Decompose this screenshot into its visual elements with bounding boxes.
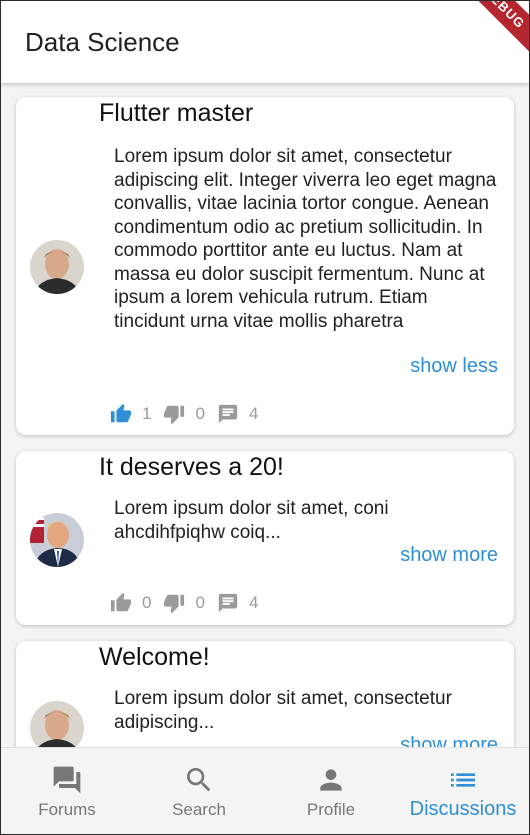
- dislike-count: 0: [195, 593, 205, 612]
- post-title: Welcome!: [99, 643, 210, 671]
- tab-discussions[interactable]: Discussions: [397, 748, 529, 834]
- list-icon: [447, 764, 479, 796]
- discussion-list[interactable]: Flutter master Lorem ipsum dolor sit ame…: [1, 83, 529, 748]
- debug-banner: DEBUG: [455, 1, 529, 57]
- thumb-down-icon[interactable]: [163, 592, 185, 614]
- post-title: It deserves a 20!: [99, 453, 284, 481]
- tab-label: Forums: [38, 800, 96, 819]
- show-more-link[interactable]: show more: [400, 544, 498, 567]
- tab-profile[interactable]: Profile: [265, 748, 397, 834]
- tab-label: Profile: [306, 800, 356, 819]
- dislike-count: 0: [195, 404, 205, 423]
- avatar: [30, 701, 84, 748]
- thumb-up-icon[interactable]: [110, 403, 132, 425]
- like-count: 1: [142, 404, 152, 423]
- avatar: [30, 513, 84, 567]
- post-title: Flutter master: [99, 99, 254, 127]
- post-body: Lorem ipsum dolor sit amet, consectetur …: [114, 688, 452, 733]
- app-bar: Data Science DEBUG: [1, 1, 529, 83]
- comment-icon[interactable]: [217, 592, 239, 614]
- app-frame: Data Science DEBUG Flutter master Lorem …: [0, 0, 530, 835]
- comment-count: 4: [248, 404, 259, 423]
- thumb-down-icon[interactable]: [163, 403, 185, 425]
- tab-search[interactable]: Search: [133, 748, 265, 834]
- discussion-card[interactable]: Welcome! Lorem ipsum dolor sit amet, con…: [16, 641, 514, 748]
- show-more-link[interactable]: show more: [400, 734, 498, 748]
- avatar: [30, 240, 84, 294]
- show-less-link[interactable]: show less: [410, 355, 498, 378]
- comment-count: 4: [248, 593, 259, 612]
- post-body: Lorem ipsum dolor sit amet, consectetur …: [114, 146, 497, 332]
- search-icon: [183, 764, 215, 796]
- like-count: 0: [142, 593, 152, 612]
- post-body: Lorem ipsum dolor sit amet, coni ahcdihf…: [114, 498, 389, 543]
- bottom-navigation: Forums Search Profile Discussions: [1, 747, 529, 834]
- forum-icon: [51, 764, 83, 796]
- discussion-card[interactable]: It deserves a 20! Lorem ipsum dolor sit …: [16, 451, 514, 625]
- person-icon: [315, 764, 347, 796]
- tab-label: Search: [172, 800, 226, 819]
- comment-icon[interactable]: [217, 403, 239, 425]
- page-title: Data Science: [25, 27, 180, 57]
- post-stats: 1 0 4: [110, 403, 270, 425]
- post-stats: 0 0 4: [110, 592, 270, 614]
- thumb-up-icon[interactable]: [110, 592, 132, 614]
- tab-label: Discussions: [409, 798, 517, 820]
- tab-forums[interactable]: Forums: [1, 748, 133, 834]
- discussion-card[interactable]: Flutter master Lorem ipsum dolor sit ame…: [16, 97, 514, 435]
